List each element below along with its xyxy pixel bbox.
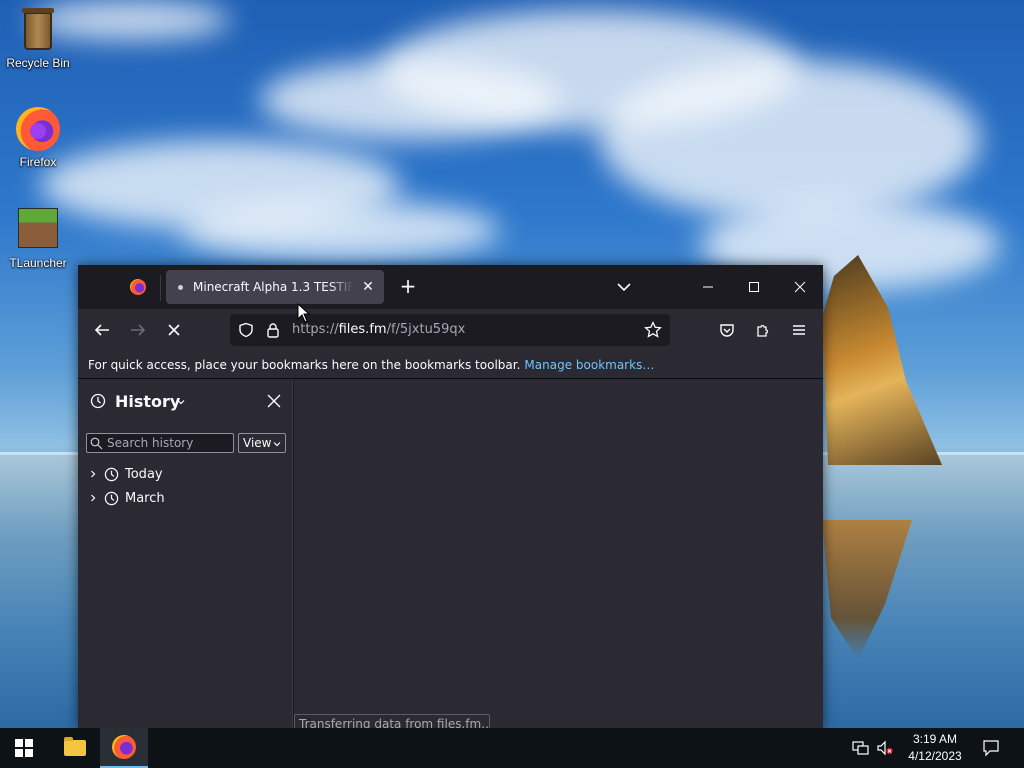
tab-title: Minecraft Alpha 1.3 TESTIF	[193, 280, 353, 294]
status-panel: Transferring data from files.fm…	[294, 714, 490, 728]
clock-icon	[104, 491, 119, 505]
desktop-icon-label: Firefox	[19, 155, 57, 169]
history-group-label: March	[125, 490, 165, 506]
history-group-today[interactable]: Today	[88, 464, 163, 484]
stop-icon	[168, 324, 180, 336]
arrow-right-icon	[131, 324, 146, 336]
puzzle-icon	[757, 324, 769, 337]
menu-button[interactable]	[787, 318, 811, 342]
list-all-tabs-button[interactable]	[614, 277, 634, 297]
chevron-down-icon	[617, 283, 631, 292]
windows-logo-icon	[15, 739, 33, 757]
url-path: /f/5jxtu59qx	[386, 322, 466, 337]
recycle-bin-icon	[16, 8, 60, 52]
taskbar-clock[interactable]: 3:19 AM 4/12/2023	[900, 731, 970, 765]
taskbar: 3:19 AM 4/12/2023	[0, 728, 1024, 768]
forward-button[interactable]	[126, 318, 150, 342]
lock-icon[interactable]	[266, 322, 280, 338]
folder-icon	[64, 737, 86, 756]
search-icon	[90, 437, 103, 450]
clock-icon	[104, 467, 119, 481]
start-button[interactable]	[0, 728, 48, 768]
tab-close-icon[interactable]: ✕	[360, 279, 376, 295]
sidebar-title[interactable]: History	[115, 392, 180, 411]
search-history-field[interactable]	[86, 433, 234, 453]
minimize-button[interactable]	[685, 265, 731, 309]
url-scheme: https://	[292, 322, 339, 337]
back-button[interactable]	[90, 318, 114, 342]
chevron-down-icon	[273, 442, 281, 447]
url-host: files.fm	[338, 322, 387, 337]
shield-icon[interactable]	[238, 322, 254, 338]
desktop-icon-label: TLauncher	[9, 256, 67, 270]
tlauncher-icon	[16, 208, 60, 252]
volume-muted-icon[interactable]	[876, 740, 894, 756]
tab-separator	[160, 275, 161, 301]
firefox-window: Minecraft Alpha 1.3 TESTIF ✕ + https://f…	[78, 265, 823, 728]
taskbar-file-explorer[interactable]	[52, 728, 98, 768]
history-group-march[interactable]: March	[88, 488, 165, 508]
navigation-toolbar: https://files.fm/f/5jxtu59qx	[78, 309, 823, 351]
extensions-button[interactable]	[751, 318, 775, 342]
arrow-left-icon	[94, 324, 109, 336]
tab-loading-icon	[178, 284, 183, 290]
pocket-button[interactable]	[715, 318, 739, 342]
view-dropdown-button[interactable]: View	[238, 433, 286, 453]
sidebar-header: History	[78, 379, 292, 423]
manage-bookmarks-link[interactable]: Manage bookmarks…	[524, 358, 654, 372]
mouse-cursor-icon	[297, 303, 311, 323]
tab-active[interactable]: Minecraft Alpha 1.3 TESTIF ✕	[166, 270, 384, 304]
history-group-label: Today	[125, 466, 163, 482]
firefox-icon	[16, 107, 60, 151]
clock-time: 3:19 AM	[912, 732, 958, 746]
search-history-input[interactable]	[107, 435, 231, 451]
history-sidebar: History View Today March	[78, 379, 293, 728]
url-bar[interactable]: https://files.fm/f/5jxtu59qx	[230, 314, 670, 346]
firefox-view-icon[interactable]	[130, 279, 146, 295]
maximize-icon	[749, 282, 759, 292]
network-icon[interactable]	[852, 740, 870, 756]
firefox-icon	[112, 735, 136, 759]
history-clock-icon	[90, 393, 106, 409]
clock-date: 4/12/2023	[908, 749, 962, 763]
maximize-button[interactable]	[731, 265, 777, 309]
browser-content: History View Today March	[78, 379, 823, 728]
stop-button[interactable]	[162, 318, 186, 342]
notifications-icon[interactable]	[982, 739, 1000, 757]
hamburger-menu-icon	[793, 325, 805, 335]
new-tab-button[interactable]: +	[396, 275, 420, 299]
star-icon[interactable]	[644, 321, 662, 339]
desktop-icon-firefox[interactable]: Firefox	[0, 107, 76, 169]
minimize-icon	[703, 286, 713, 288]
title-bar: Minecraft Alpha 1.3 TESTIF ✕ +	[78, 265, 823, 309]
desktop-icon-tlauncher[interactable]: TLauncher	[0, 206, 76, 270]
desktop-icon-recycle-bin[interactable]: Recycle Bin	[0, 8, 76, 70]
url-text[interactable]: https://files.fm/f/5jxtu59qx	[292, 322, 465, 337]
sidebar-close-icon[interactable]	[266, 393, 282, 409]
view-label: View	[243, 436, 272, 450]
chevron-right-icon[interactable]	[88, 469, 98, 479]
web-page-viewport[interactable]	[294, 379, 823, 728]
desktop-icon-label: Recycle Bin	[6, 56, 70, 70]
close-window-button[interactable]	[777, 265, 823, 309]
chevron-right-icon[interactable]	[88, 493, 98, 503]
bookmarks-toolbar: For quick access, place your bookmarks h…	[78, 351, 823, 379]
taskbar-firefox[interactable]	[100, 728, 148, 768]
pocket-icon	[720, 324, 734, 337]
bookmarks-toolbar-message: For quick access, place your bookmarks h…	[88, 357, 521, 372]
close-icon	[794, 281, 806, 293]
sidebar-switcher-chevron-icon[interactable]	[176, 397, 186, 407]
